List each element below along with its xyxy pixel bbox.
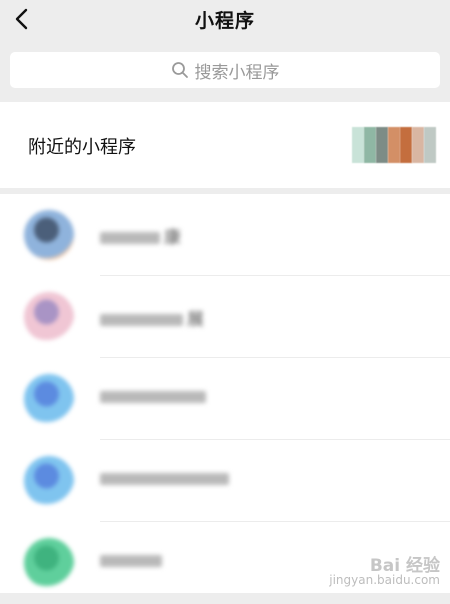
nearby-label: 附近的小程序 [28,137,136,158]
mini-program-list: 康 展 [0,194,450,593]
watermark: Bai 经验 jingyan.baidu.com [329,556,440,588]
search-placeholder: 搜索小程序 [194,62,280,83]
list-item[interactable]: 康 [0,194,450,276]
mini-program-avatar [24,456,74,506]
mini-program-avatar [24,210,74,260]
blurred-name-bar [100,314,183,326]
watermark-url: jingyan.baidu.com [329,573,440,587]
mosaic-tile [376,127,388,163]
page-title: 小程序 [194,10,255,32]
blurred-name-bar [100,391,206,403]
list-item[interactable] [0,358,450,440]
mosaic-tile [412,127,424,163]
list-item[interactable] [0,440,450,522]
mini-program-name: 康 [100,223,181,248]
nav-bar: 小程序 [0,0,450,44]
mosaic-tile [352,127,364,163]
mini-program-avatar [24,292,74,342]
nearby-thumbnail [352,127,436,163]
blurred-name-bar [100,473,229,485]
watermark-brand: Bai 经验 [369,556,440,576]
mini-program-name: 展 [100,305,204,330]
mosaic-tile [388,127,400,163]
mini-program-name [100,551,166,571]
mosaic-tile [364,127,376,163]
search-input[interactable]: 搜索小程序 [10,52,440,88]
nearby-mini-programs-row[interactable]: 附近的小程序 [0,102,450,188]
search-icon [171,62,188,78]
mini-program-name [100,387,210,407]
mini-program-name [100,469,233,489]
mosaic-tile [424,127,436,163]
mosaic-tile [400,127,412,163]
blurred-name-bar [100,555,162,567]
mini-program-avatar [24,374,74,424]
mini-program-avatar [24,538,74,588]
blurred-name-bar [100,232,160,244]
list-item[interactable]: 展 [0,276,450,358]
